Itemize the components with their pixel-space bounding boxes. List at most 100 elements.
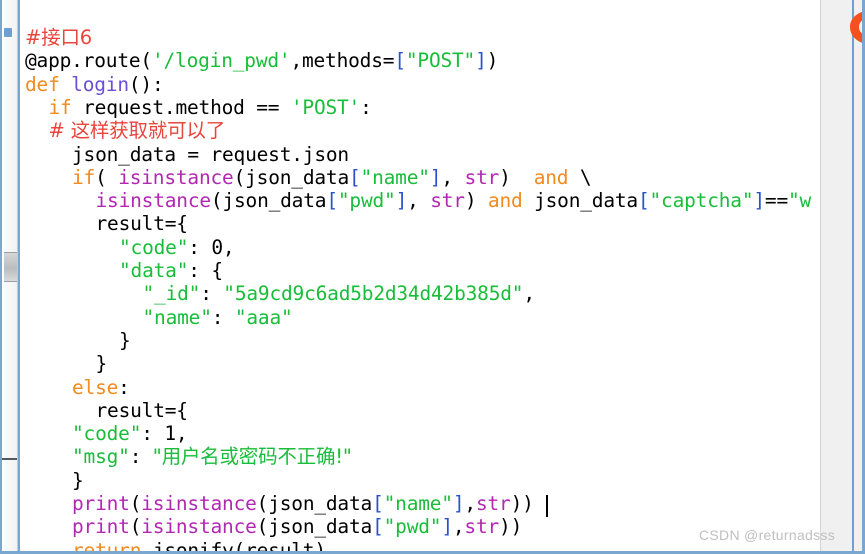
code-token-plain: } — [95, 352, 108, 376]
code-token-bracket: ] — [753, 189, 765, 213]
code-token-plain: )) — [499, 515, 523, 539]
code-token-comment: #接口6 — [25, 26, 92, 49]
code-token-plain: } — [119, 328, 131, 352]
code-line: } — [72, 469, 84, 493]
code-token-string: "w — [788, 189, 812, 213]
right-scrollbar-strip[interactable] — [820, 0, 863, 554]
code-token-bracket: ] — [395, 189, 408, 213]
code-token-bracket: [ — [394, 49, 406, 73]
code-token-bracket: [ — [372, 515, 384, 539]
code-line: json_data = request.json — [72, 143, 349, 167]
code-token-string: "5a9cd9c6ad5b2d34d42b385d" — [223, 282, 524, 306]
code-token-plain: : — [360, 95, 372, 119]
code-token-plain: ,methods= — [290, 49, 395, 73]
code-token-plain: ) — [486, 49, 499, 73]
code-token-string: "用户名或密码不正确!" — [152, 445, 352, 469]
code-token-bracket: ] — [429, 165, 442, 189]
code-line: "code": 0, — [119, 235, 235, 260]
code-token-plain: , — [523, 282, 535, 306]
code-token-plain: , — [441, 165, 465, 189]
code-token-plain: json_data — [522, 189, 638, 213]
code-token-plain: : — [211, 305, 235, 329]
code-token-plain: result={ — [95, 212, 189, 236]
code-token-plain: , — [407, 189, 431, 213]
code-token-string: "code" — [119, 235, 189, 259]
code-line: isinstance(json_data["pwd"], str) and js… — [96, 189, 812, 213]
code-token-plain: : — [118, 375, 130, 399]
code-line: "msg": "用户名或密码不正确!" — [72, 445, 352, 469]
code-token-builtin: str — [475, 492, 511, 515]
code-token-string: "pwd" — [337, 189, 396, 213]
code-token-bracket: [ — [349, 165, 361, 189]
code-token-keyword: else — [72, 375, 119, 399]
code-line: result={ — [95, 212, 189, 236]
editor-gutter — [2, 0, 18, 554]
code-token-string: "data" — [119, 259, 189, 282]
code-token-plain: : — [129, 445, 153, 469]
code-token-builtin: str — [464, 515, 500, 539]
code-token-plain: ) — [464, 189, 488, 213]
code-token-bracket: [ — [372, 492, 384, 515]
code-token-plain: , — [222, 235, 235, 259]
text-caret — [546, 495, 548, 517]
code-line: } — [119, 329, 131, 353]
vertical-scrollbar-thumb[interactable] — [4, 252, 17, 282]
code-token-builtin: isinstance — [141, 515, 257, 539]
bookmark-marker-icon[interactable] — [4, 28, 12, 37]
code-token-plain: (json_data — [233, 165, 350, 189]
code-token-plain: request.method == — [83, 95, 291, 119]
code-token-plain: == — [764, 189, 789, 213]
code-line: else: — [72, 376, 130, 400]
code-line: @app.route('/login_pwd',methods=["POST"]… — [25, 49, 498, 73]
code-token-bracket: ] — [452, 492, 465, 515]
code-token-builtin: str — [464, 165, 500, 189]
code-token-keyword: def — [25, 72, 72, 96]
code-line: if( isinstance(json_data["name"], str) a… — [72, 165, 592, 190]
code-token-plain: \ — [568, 165, 592, 189]
code-token-string: "name" — [383, 492, 453, 515]
code-token-builtin: str — [430, 189, 465, 213]
code-line: #接口6 — [25, 26, 92, 50]
editor-right-rule — [852, 0, 854, 554]
code-token-plain: (json_data — [210, 189, 327, 213]
code-token-plain: route — [82, 49, 141, 73]
code-token-plain: )) — [510, 492, 534, 515]
code-token-function_name: login — [71, 72, 129, 96]
code-token-string: "POST" — [405, 49, 476, 73]
code-token-plain: ( — [140, 49, 152, 73]
code-token-string: "pwd" — [383, 515, 442, 539]
code-token-builtin: isinstance — [118, 165, 234, 189]
code-token-plain: @app. — [25, 49, 83, 73]
code-token-builtin: isinstance — [95, 189, 212, 213]
code-text-area[interactable]: #接口6 @app.route('/login_pwd',methods=["PO… — [21, 0, 820, 554]
code-line: "data": { — [119, 259, 223, 283]
code-token-string: "code" — [72, 422, 142, 446]
code-editor-screenshot: " #接口6@app.route('/login_pwd',methods=["… — [0, 0, 865, 554]
code-token-comment: # 这样获取就可以了 — [48, 119, 226, 143]
code-token-string: "name" — [360, 165, 430, 189]
code-token-builtin: print — [72, 492, 130, 515]
gutter-divider — [0, 458, 17, 460]
code-token-plain: ( — [129, 515, 142, 539]
code-token-plain: : — [141, 422, 165, 446]
code-token-keyword: if — [48, 95, 84, 119]
code-token-plain: : — [200, 282, 224, 306]
code-line: result={ — [96, 399, 189, 423]
code-token-string: "msg" — [72, 445, 130, 469]
code-token-plain: 1 — [164, 422, 176, 446]
code-line: def login(): — [25, 73, 164, 97]
code-line: } — [96, 352, 108, 376]
code-token-string: '/login_pwd' — [151, 49, 291, 73]
code-line: # 这样获取就可以了 — [49, 119, 226, 143]
code-token-plain: : — [188, 235, 212, 259]
editor-left-rule — [18, 0, 20, 554]
code-line: "code": 1, — [72, 422, 188, 446]
code-token-builtin: print — [72, 515, 130, 539]
code-token-string: "name" — [142, 305, 212, 329]
code-line: if request.method == 'POST': — [49, 96, 372, 120]
code-token-string: "captcha" — [649, 189, 754, 213]
code-token-bracket: ] — [441, 515, 453, 539]
code-token-plain: , — [452, 515, 465, 539]
code-line: print(isinstance(json_data["name"],str)) — [72, 492, 534, 516]
code-token-plain: , — [464, 492, 476, 515]
